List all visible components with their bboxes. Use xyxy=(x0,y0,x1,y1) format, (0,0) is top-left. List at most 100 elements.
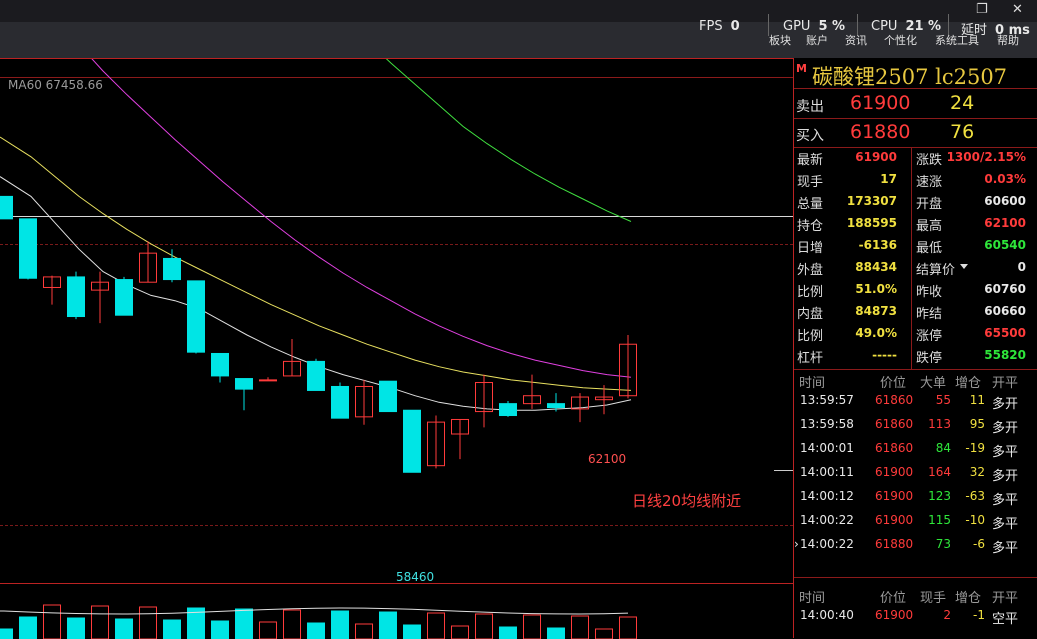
quote-row: 杠杆 ----- 跌停 55820 xyxy=(794,345,1037,367)
volume-bar xyxy=(619,616,637,639)
trade-change: -63 xyxy=(965,489,985,503)
candle-body xyxy=(67,276,85,318)
quote-row: 持仓 188595 最高 62100 xyxy=(794,213,1037,235)
candle-body xyxy=(547,403,565,409)
trade-type: 多开 xyxy=(992,421,1019,436)
quote-label: 内盘 xyxy=(797,307,824,322)
candle-body xyxy=(0,195,13,220)
ask-row[interactable]: 卖出 61900 24 xyxy=(794,89,1037,119)
trade-type: 多开 xyxy=(992,469,1019,484)
quote-row: 总量 173307 开盘 60600 xyxy=(794,191,1037,213)
quote-value: 49.0% xyxy=(855,326,897,340)
trade-price: 61900 xyxy=(875,465,914,479)
quote-value: 173307 xyxy=(846,194,897,208)
quote-value: 62100 xyxy=(984,216,1026,230)
volume-bar xyxy=(139,606,157,639)
tick-list: 时间 价位 现手 增仓 开平 14:00:40 61900 2 -1 空平 xyxy=(794,586,1037,638)
close-icon[interactable]: ✕ xyxy=(1012,2,1023,17)
trade-type: 多平 xyxy=(992,517,1019,532)
volume-bar xyxy=(571,615,589,639)
trade-row[interactable]: 14:00:12 61900 123 -63 多平 xyxy=(794,485,1037,509)
chevron-down-icon[interactable] xyxy=(960,264,968,269)
trade-row[interactable]: 14:00:22 61880 73 -6 多平 xyxy=(794,533,1037,557)
trade-row[interactable]: 14:00:01 61860 84 -19 多平 xyxy=(794,437,1037,461)
quote-label: 昨结 xyxy=(916,307,943,322)
trade-type: 多平 xyxy=(992,541,1019,556)
quote-value: -6136 xyxy=(858,238,897,252)
candle-body xyxy=(19,218,37,279)
trade-size: 55 xyxy=(935,393,951,407)
restore-icon[interactable]: ❐ xyxy=(976,2,988,17)
quote-row: 比例 51.0% 昨收 60760 xyxy=(794,279,1037,301)
trade-row[interactable]: 14:00:22 61900 115 -10 多平 xyxy=(794,509,1037,533)
quote-value: 60540 xyxy=(984,238,1026,252)
bid-volume: 76 xyxy=(950,121,975,143)
instrument-header: M 碳酸锂2507 lc2507 xyxy=(794,58,1037,89)
quote-label: 开盘 xyxy=(916,197,943,212)
quote-label: 最低 xyxy=(916,241,943,256)
trade-time: 13:59:58 xyxy=(800,417,854,431)
quote-label: 外盘 xyxy=(797,263,824,278)
trade-size: 123 xyxy=(928,489,951,503)
trade-size: 164 xyxy=(928,465,951,479)
trade-change: 32 xyxy=(969,465,985,479)
quote-value: 60660 xyxy=(984,304,1026,318)
quote-label: 涨停 xyxy=(916,329,943,344)
quote-value: 0.03% xyxy=(984,172,1026,186)
kline-chart-area[interactable]: MA60 67458.66 62100 58460 日线20均线附近 xyxy=(0,58,793,639)
menu-account[interactable]: 账户 xyxy=(806,32,828,48)
quote-panel: M 碳酸锂2507 lc2507 卖出 61900 24 买入 61880 76… xyxy=(794,58,1037,638)
chart-annotation: 日线20均线附近 xyxy=(632,492,742,510)
quote-label: 总量 xyxy=(797,197,824,212)
trade-time: 13:59:57 xyxy=(800,393,854,407)
candle-body xyxy=(115,279,133,316)
instrument-title[interactable]: 碳酸锂2507 lc2507 xyxy=(812,61,1007,91)
trade-price: 61900 xyxy=(875,489,914,503)
menu-news[interactable]: 资讯 xyxy=(845,32,867,48)
candle-body xyxy=(379,380,397,413)
quote-label: 现手 xyxy=(797,175,824,190)
trade-row[interactable]: 14:00:11 61900 164 32 多开 xyxy=(794,461,1037,485)
quote-value: 0 xyxy=(1017,260,1026,274)
trade-type: 多平 xyxy=(992,493,1019,508)
trade-price: 61880 xyxy=(875,537,914,551)
bid-label: 买入 xyxy=(796,128,824,144)
menu-personalize[interactable]: 个性化 xyxy=(884,32,917,48)
candle-body xyxy=(163,257,181,281)
candle-body xyxy=(403,409,421,473)
bid-row[interactable]: 买入 61880 76 xyxy=(794,118,1037,148)
section-divider xyxy=(794,577,1037,578)
menu-system-tools[interactable]: 系统工具 xyxy=(935,32,979,48)
ask-label: 卖出 xyxy=(796,99,824,115)
volume-bar xyxy=(235,608,253,639)
quote-label: 日增 xyxy=(797,241,824,256)
candle-body xyxy=(499,403,517,417)
volume-ma-line xyxy=(0,607,629,615)
trade-row[interactable]: 14:00:40 61900 2 -1 空平 xyxy=(794,604,1037,628)
trade-price: 61900 xyxy=(875,513,914,527)
volume-bar xyxy=(163,619,181,639)
candle-body xyxy=(211,352,229,377)
trade-row[interactable]: 13:59:58 61860 113 95 多开 xyxy=(794,413,1037,437)
quote-row: 比例 49.0% 涨停 65500 xyxy=(794,323,1037,345)
volume-bar xyxy=(403,624,421,639)
trade-size: 113 xyxy=(928,417,951,431)
menu-sector[interactable]: 板块 xyxy=(769,32,791,48)
trade-change: 11 xyxy=(969,393,985,407)
ask-volume: 24 xyxy=(950,92,975,114)
quote-label: 最高 xyxy=(916,219,943,234)
trade-row[interactable]: 13:59:57 61860 55 11 多开 xyxy=(794,389,1037,413)
volume-bar xyxy=(427,612,445,639)
quote-label: 最新 xyxy=(797,153,824,168)
quote-value: 1300/2.15% xyxy=(946,150,1026,164)
menu-help[interactable]: 帮助 xyxy=(997,32,1019,48)
trade-change: -19 xyxy=(965,441,985,455)
trade-time: 14:00:11 xyxy=(800,465,854,479)
quote-label: 涨跌 xyxy=(916,153,943,168)
volume-bar xyxy=(451,625,469,639)
bid-price: 61880 xyxy=(850,121,911,143)
volume-bar xyxy=(259,621,277,639)
trade-size: 73 xyxy=(935,537,951,551)
candle-body xyxy=(307,360,325,391)
trade-price: 61860 xyxy=(875,417,914,431)
